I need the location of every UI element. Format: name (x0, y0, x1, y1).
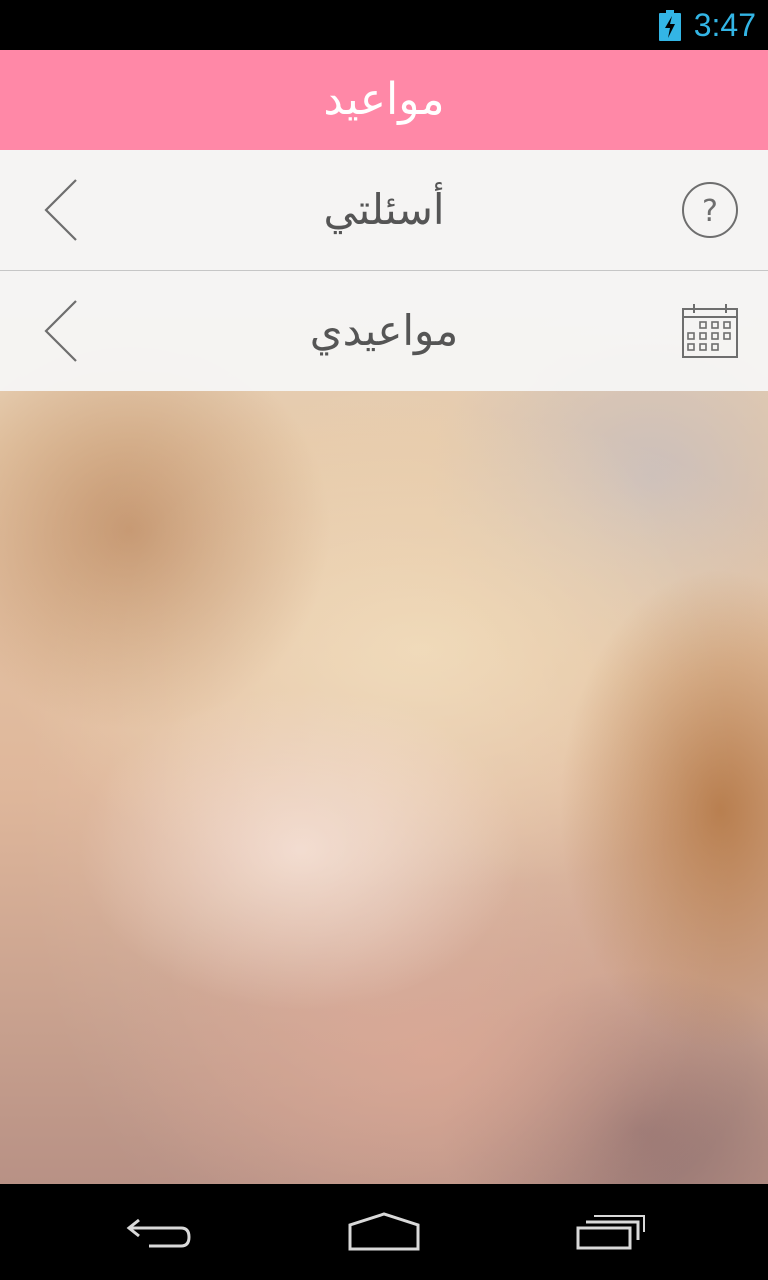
battery-charging-icon (659, 10, 681, 41)
home-icon (348, 1212, 420, 1251)
action-bar: مواعيد (0, 50, 768, 150)
menu-item-label: أسئلتي (323, 185, 445, 234)
chevron-left-icon (44, 179, 77, 241)
calendar-icon (682, 304, 738, 358)
home-button[interactable] (304, 1184, 464, 1280)
back-icon (126, 1218, 191, 1248)
recent-apps-button[interactable] (530, 1184, 690, 1280)
menu-item-my-appointments[interactable]: مواعيدي (0, 271, 768, 391)
menu-item-my-questions[interactable]: أسئلتي ? (0, 150, 768, 271)
back-button[interactable] (80, 1184, 240, 1280)
menu-item-label: مواعيدي (309, 306, 459, 355)
navigation-bar (0, 1184, 768, 1280)
app-screen: 3:47 مواعيد أسئلتي ? مواعيدي (0, 0, 768, 1280)
status-clock: 3:47 (693, 7, 756, 43)
status-bar: 3:47 (0, 0, 768, 50)
question-circle-icon: ? (682, 182, 738, 238)
chevron-left-icon (44, 300, 77, 362)
page-title: مواعيد (323, 74, 445, 125)
recent-apps-icon (576, 1215, 645, 1250)
svg-text:?: ? (702, 194, 718, 229)
